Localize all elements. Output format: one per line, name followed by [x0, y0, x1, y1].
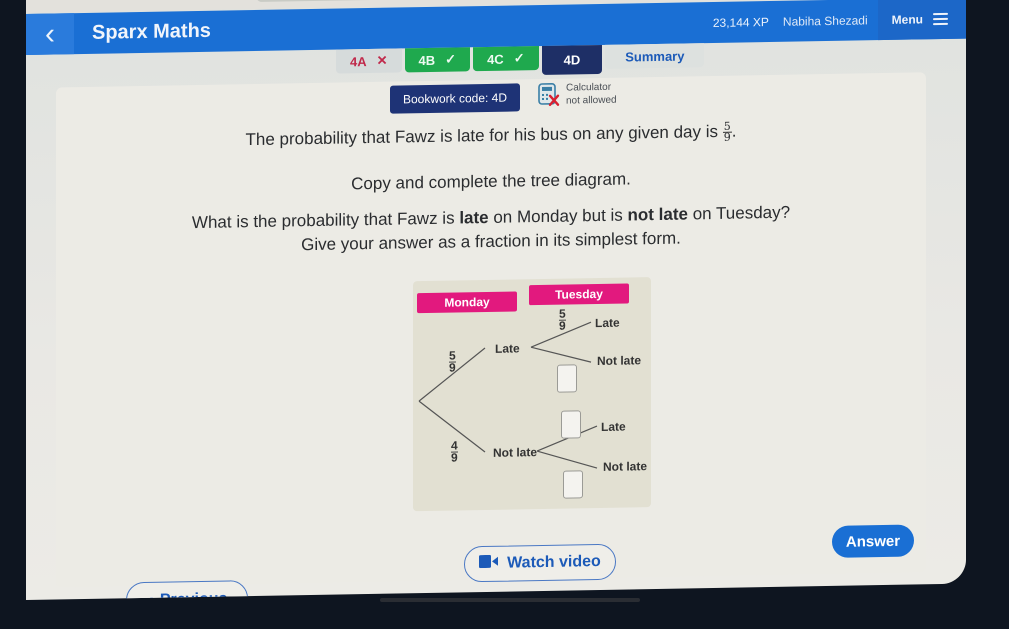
monday-header: Monday	[417, 291, 517, 314]
calculator-line2: not allowed	[566, 94, 617, 107]
cross-icon: ✕	[376, 52, 388, 68]
watch-video-label: Watch video	[507, 552, 601, 572]
check-icon: ✓	[513, 50, 525, 66]
previous-label: Previous	[159, 590, 228, 601]
tablet-screen: ‹ Sparx Maths 23,144 XP Nabiha Shezadi M…	[26, 0, 966, 601]
label-late-not-late: Not late	[597, 353, 642, 369]
label-not-late-not-late: Not late	[603, 459, 648, 474]
tab-4b[interactable]: 4B ✓	[404, 47, 471, 73]
task-tabs: 4A ✕ 4B ✓ 4C ✓ 4D Summary	[336, 43, 707, 76]
calculator-not-allowed-icon	[538, 83, 560, 107]
calculator-status: Calculator not allowed	[538, 81, 617, 108]
home-indicator[interactable]	[380, 598, 640, 602]
tab-4d[interactable]: 4D	[541, 44, 603, 76]
label-monday-not-late: Not late	[493, 445, 538, 460]
answer-button[interactable]: Answer	[832, 524, 914, 558]
tab-4c[interactable]: 4C ✓	[473, 46, 539, 72]
period: .	[731, 121, 737, 141]
emphasis-late: late	[459, 207, 489, 228]
prob-monday-not-late: 49	[451, 438, 458, 465]
question-card: Bookwork code: 4D Calculator not allowed…	[56, 72, 926, 601]
tab-label: 4D	[563, 52, 581, 68]
xp-counter: 23,144 XP	[712, 14, 769, 30]
emphasis-not-late: not late	[627, 204, 688, 225]
tab-label: Summary	[625, 48, 685, 65]
tab-label: 4A	[350, 53, 367, 69]
tab-label: 4C	[487, 51, 504, 67]
previous-button[interactable]: ‹ Previous	[126, 580, 248, 601]
check-icon: ✓	[445, 51, 457, 67]
question-line-1: The probability that Fawz is late for hi…	[56, 118, 926, 154]
back-button[interactable]: ‹	[26, 13, 74, 56]
label-not-late-late: Late	[601, 419, 626, 434]
denominator: 9	[451, 450, 458, 465]
chevron-left-icon: ‹	[147, 588, 154, 600]
tab-summary[interactable]: Summary	[605, 43, 705, 69]
fraction-denominator: 9	[723, 130, 731, 144]
user-name: Nabiha Shezadi	[782, 12, 868, 29]
label-monday-late: Late	[495, 341, 520, 356]
label-late-late: Late	[595, 315, 620, 331]
tree-diagram: Monday Tuesday 59 Late 49 Not late 59 La…	[413, 277, 651, 512]
tuesday-header: Tuesday	[529, 283, 629, 306]
video-camera-icon	[479, 554, 499, 573]
question-line-2: Copy and complete the tree diagram.	[351, 169, 631, 194]
question-text: on Tuesday?	[687, 202, 791, 224]
chevron-left-icon: ‹	[45, 16, 55, 51]
question-text: What is the probability that Fawz is	[191, 208, 460, 233]
menu-button[interactable]: Menu	[877, 0, 966, 41]
answer-box-late-not-late[interactable]	[557, 364, 577, 393]
hamburger-icon	[933, 12, 948, 25]
denominator: 9	[559, 318, 566, 333]
question-text: on Monday but is	[488, 205, 628, 227]
watch-video-button[interactable]: Watch video	[464, 543, 616, 583]
prob-late-late: 59	[559, 307, 566, 333]
app-title: Sparx Maths	[92, 19, 211, 44]
denominator: 9	[449, 360, 456, 375]
bookwork-code: Bookwork code: 4D	[390, 83, 520, 114]
answer-box-not-late-late[interactable]	[561, 410, 581, 439]
branch-not-late-not-late	[536, 450, 598, 469]
calculator-line1: Calculator	[566, 81, 612, 94]
tab-4a[interactable]: 4A ✕	[336, 48, 402, 74]
menu-label: Menu	[891, 11, 923, 27]
question-text: The probability that Fawz is late for hi…	[245, 121, 718, 150]
fraction: 59	[722, 120, 732, 144]
prob-monday-late: 59	[449, 348, 456, 375]
branch-late-not-late	[530, 346, 592, 363]
answer-box-not-late-not-late[interactable]	[563, 470, 583, 499]
tab-label: 4B	[418, 52, 436, 68]
